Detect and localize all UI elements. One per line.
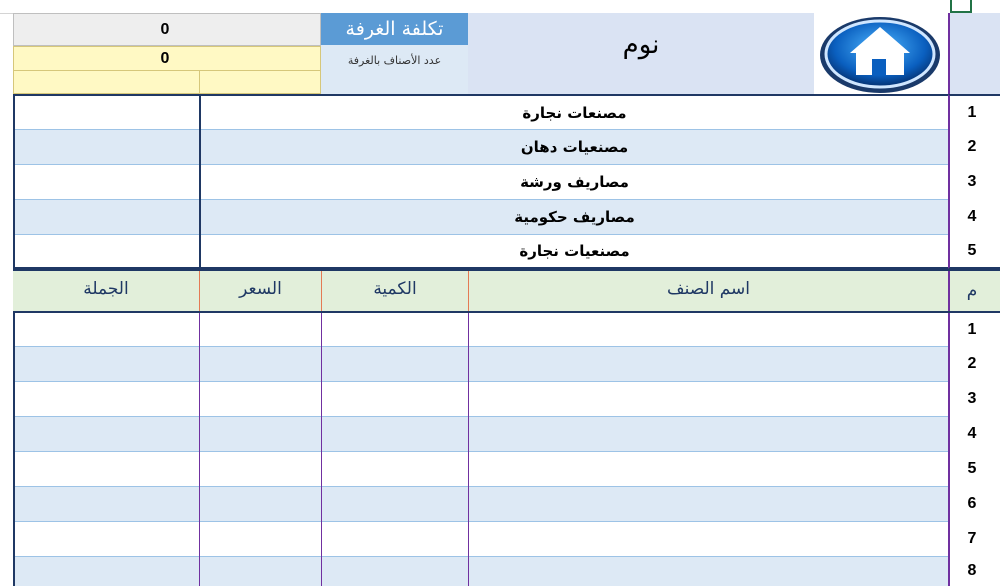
item-row-index: 8 [967,562,977,579]
item-row-bg [15,556,1000,586]
item-row-bg [15,451,1000,486]
item-row-bg [15,346,1000,381]
column-header-total[interactable]: الجملة [13,271,199,311]
item-row-index: 2 [967,354,977,372]
item-row-bg [15,313,1000,346]
item-row-index: 6 [967,494,977,512]
room-cost-label: تكلفة الغرفة [321,13,468,45]
column-header-item-name[interactable]: اسم الصنف [469,271,948,311]
item-row-index: 1 [967,320,977,338]
item-count-value: 0 [160,49,170,67]
item-count-label: عدد الأصناف بالغرفة [321,45,468,75]
house-icon [820,17,940,93]
room-name: نوم [468,13,814,94]
total-cost-value: 0 [160,21,170,38]
category-index: 4 [967,207,977,225]
item-row-line [15,486,1000,487]
item-row-line [15,381,1000,382]
item-row-line [15,556,1000,557]
index-header-cell [948,13,1000,94]
item-col-line [199,313,200,586]
item-row-bg [15,486,1000,521]
category-index: 5 [967,241,977,259]
column-header-price[interactable]: السعر [200,271,321,311]
item-row-line [15,451,1000,452]
item-col-line [321,313,322,586]
category-name[interactable]: مصاريف ورشة [201,164,948,199]
column-header-quantity[interactable]: الكمية [322,271,468,311]
item-row-line [15,416,1000,417]
item-row-bg [15,521,1000,556]
item-row-index: 5 [967,459,977,477]
label-column-bg [321,75,468,94]
category-index: 2 [967,137,977,155]
category-name[interactable]: مصنعيات نجارة [201,234,948,267]
category-index: 1 [967,103,977,121]
item-row-bg [15,381,1000,416]
item-row-bg [15,416,1000,451]
item-row-line [15,346,1000,347]
category-name[interactable]: مصاريف حكومية [201,199,948,234]
yellow-divider [13,70,321,71]
category-name[interactable]: مصنعيات دهان [201,129,948,164]
category-name[interactable]: مصنعات نجارة [201,96,948,129]
logo [814,13,948,94]
item-row-line [15,521,1000,522]
item-row-index: 3 [967,389,977,407]
item-row-index: 7 [967,529,977,547]
item-row-index: 4 [967,424,977,442]
category-index: 3 [967,172,977,190]
item-col-line [468,313,469,586]
selected-cell-indicator[interactable] [950,0,972,13]
column-header-index[interactable]: م [950,271,994,311]
yellow-col-divider [199,70,200,94]
